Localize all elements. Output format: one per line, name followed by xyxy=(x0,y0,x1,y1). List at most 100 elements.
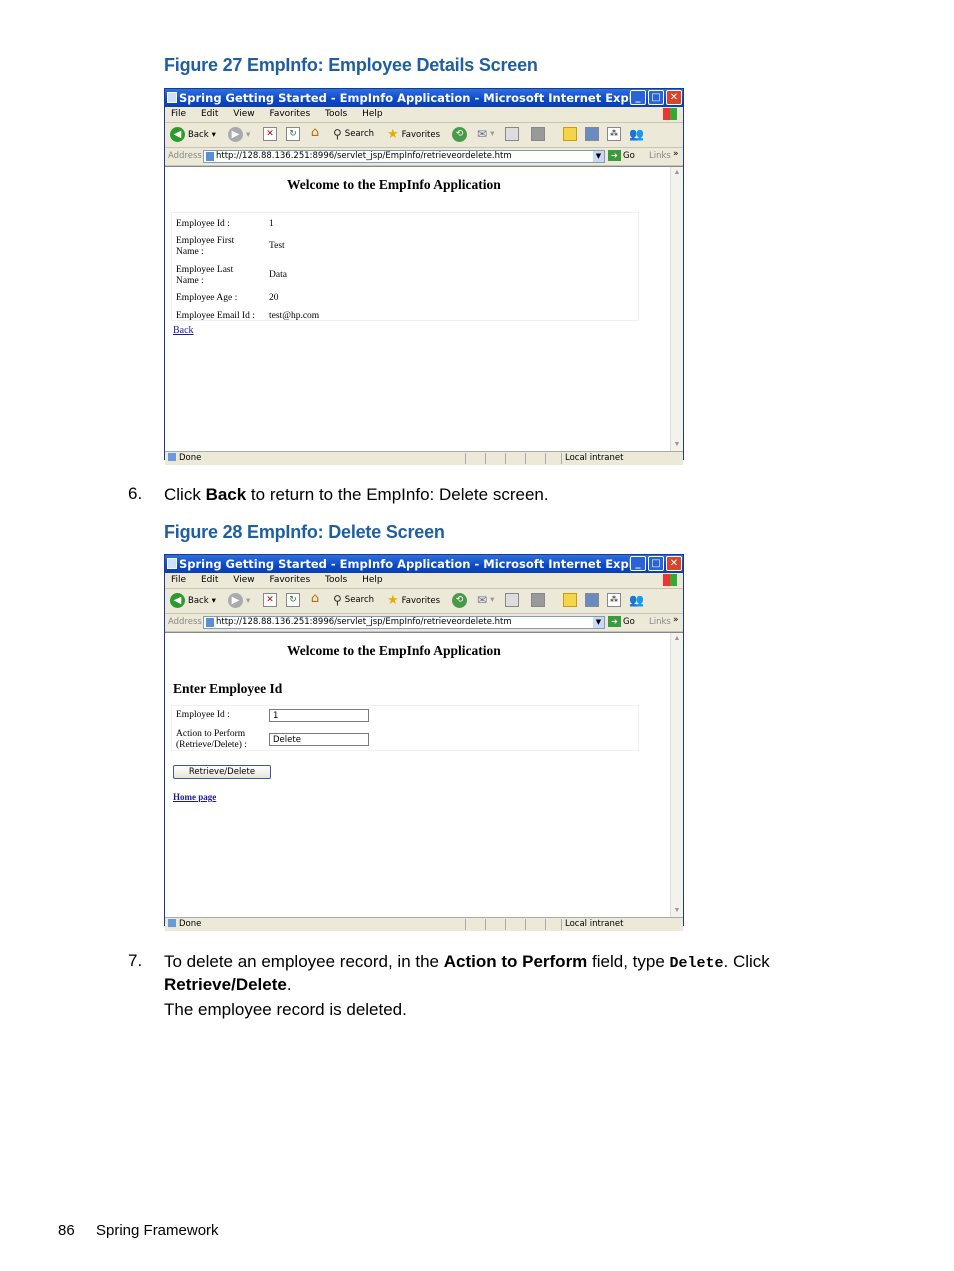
mail-button[interactable]: ✉ ▾ xyxy=(477,127,494,141)
go-button[interactable]: ➔ Go xyxy=(608,616,635,627)
users-button[interactable]: 👥 xyxy=(629,127,644,141)
scroll-up-icon[interactable]: ▲ xyxy=(671,167,683,179)
refresh-icon: ↻ xyxy=(286,593,300,607)
menu-file[interactable]: File xyxy=(171,575,186,585)
print-icon xyxy=(505,593,519,607)
folder-icon xyxy=(563,127,577,141)
vertical-scrollbar[interactable]: ▲ ▼ xyxy=(670,167,683,451)
menu-tools[interactable]: Tools xyxy=(325,109,347,119)
messenger-icon: ⁂ xyxy=(607,127,621,141)
step-7-text: To delete an employee record, in the Act… xyxy=(164,951,804,995)
print-button[interactable] xyxy=(505,127,519,141)
forward-arrow-icon: ▶ xyxy=(228,127,243,142)
close-button[interactable]: ✕ xyxy=(666,90,682,105)
folder-button[interactable] xyxy=(563,593,577,607)
address-dropdown-icon[interactable]: ▼ xyxy=(593,617,604,628)
figure-28-caption: Figure 28 EmpInfo: Delete Screen xyxy=(164,522,445,542)
employee-id-input[interactable]: 1 xyxy=(269,709,369,722)
search-icon: ⚲ xyxy=(333,127,342,141)
address-bar: Address http://128.88.136.251:8996/servl… xyxy=(165,614,683,632)
maximize-button[interactable]: □ xyxy=(648,90,664,105)
maximize-button[interactable]: □ xyxy=(648,556,664,571)
history-button[interactable]: ⟲ xyxy=(452,127,467,142)
home-page-link[interactable]: Home page xyxy=(173,792,216,802)
folder-button[interactable] xyxy=(563,127,577,141)
menu-file[interactable]: File xyxy=(171,109,186,119)
close-button[interactable]: ✕ xyxy=(666,556,682,571)
home-button[interactable]: ⌂ xyxy=(308,126,322,141)
address-input[interactable]: http://128.88.136.251:8996/servlet_jsp/E… xyxy=(203,616,605,629)
scroll-down-icon[interactable]: ▼ xyxy=(671,439,683,451)
print-button[interactable] xyxy=(505,593,519,607)
title-bar: Spring Getting Started - EmpInfo Applica… xyxy=(165,555,683,573)
scroll-down-icon[interactable]: ▼ xyxy=(671,905,683,917)
step-7-t3: . Click xyxy=(723,952,770,971)
home-button[interactable]: ⌂ xyxy=(308,592,322,607)
back-button[interactable]: ◀ Back ▾ xyxy=(170,127,216,142)
stop-button[interactable]: ✕ xyxy=(263,127,277,141)
menu-edit[interactable]: Edit xyxy=(201,575,218,585)
scroll-up-icon[interactable]: ▲ xyxy=(671,633,683,645)
users-button[interactable]: 👥 xyxy=(629,593,644,607)
step-7-retrieve-bold: Retrieve/Delete xyxy=(164,975,287,994)
research-button[interactable] xyxy=(585,127,599,141)
history-button[interactable]: ⟲ xyxy=(452,593,467,608)
menu-help[interactable]: Help xyxy=(362,575,383,585)
refresh-button[interactable]: ↻ xyxy=(286,127,300,141)
research-button[interactable] xyxy=(585,593,599,607)
menu-view[interactable]: View xyxy=(233,109,254,119)
menu-help[interactable]: Help xyxy=(362,109,383,119)
menu-view[interactable]: View xyxy=(233,575,254,585)
address-dropdown-icon[interactable]: ▼ xyxy=(593,151,604,162)
menu-tools[interactable]: Tools xyxy=(325,575,347,585)
step-6-pre: Click xyxy=(164,485,206,504)
address-input[interactable]: http://128.88.136.251:8996/servlet_jsp/E… xyxy=(203,150,605,163)
chevron-right-icon[interactable]: » xyxy=(673,615,679,625)
back-link[interactable]: Back xyxy=(173,325,194,336)
step-7-t4: . xyxy=(286,975,292,994)
last-name-label: Employee Last Name : xyxy=(176,265,234,286)
search-label: Search xyxy=(344,595,374,605)
users-icon: 👥 xyxy=(629,593,644,607)
menu-bar: File Edit View Favorites Tools Help xyxy=(165,573,683,589)
minimize-button[interactable]: _ xyxy=(630,556,646,571)
mail-button[interactable]: ✉ ▾ xyxy=(477,593,494,607)
go-label: Go xyxy=(623,616,635,627)
enter-employee-id-heading: Enter Employee Id xyxy=(173,681,283,696)
back-button[interactable]: ◀ Back ▾ xyxy=(170,593,216,608)
favorites-button[interactable]: ★ Favorites xyxy=(387,593,440,608)
stop-button[interactable]: ✕ xyxy=(263,593,277,607)
status-zone: Local intranet xyxy=(565,453,624,463)
mail-icon: ✉ xyxy=(477,127,488,141)
retrieve-delete-button[interactable]: Retrieve/Delete xyxy=(173,765,271,779)
vertical-scrollbar[interactable]: ▲ ▼ xyxy=(670,633,683,917)
links-label[interactable]: Links xyxy=(649,151,671,161)
messenger-button[interactable]: ⁂ xyxy=(607,593,621,607)
edit-button[interactable] xyxy=(531,593,545,607)
action-input[interactable]: Delete xyxy=(269,733,369,746)
forward-button[interactable]: ▶ ▾ xyxy=(228,593,250,608)
menu-favorites[interactable]: Favorites xyxy=(269,575,310,585)
step-7-action-bold: Action to Perform xyxy=(443,952,588,971)
search-button[interactable]: ⚲ Search xyxy=(333,127,374,141)
search-button[interactable]: ⚲ Search xyxy=(333,593,374,607)
go-button[interactable]: ➔ Go xyxy=(608,150,635,161)
messenger-button[interactable]: ⁂ xyxy=(607,127,621,141)
star-icon: ★ xyxy=(387,593,399,608)
favorites-button[interactable]: ★ Favorites xyxy=(387,127,440,142)
browser-window-employee-details: Spring Getting Started - EmpInfo Applica… xyxy=(164,88,684,465)
step-7-code: Delete xyxy=(669,955,724,972)
chevron-right-icon[interactable]: » xyxy=(673,149,679,159)
edit-icon xyxy=(531,593,545,607)
address-bar: Address http://128.88.136.251:8996/servl… xyxy=(165,148,683,166)
go-arrow-icon: ➔ xyxy=(608,616,621,627)
menu-edit[interactable]: Edit xyxy=(201,109,218,119)
links-label[interactable]: Links xyxy=(649,617,671,627)
status-bar: Done Local intranet xyxy=(165,451,683,465)
forward-button[interactable]: ▶ ▾ xyxy=(228,127,250,142)
menu-favorites[interactable]: Favorites xyxy=(269,109,310,119)
mail-icon: ✉ xyxy=(477,593,488,607)
edit-button[interactable] xyxy=(531,127,545,141)
minimize-button[interactable]: _ xyxy=(630,90,646,105)
refresh-button[interactable]: ↻ xyxy=(286,593,300,607)
